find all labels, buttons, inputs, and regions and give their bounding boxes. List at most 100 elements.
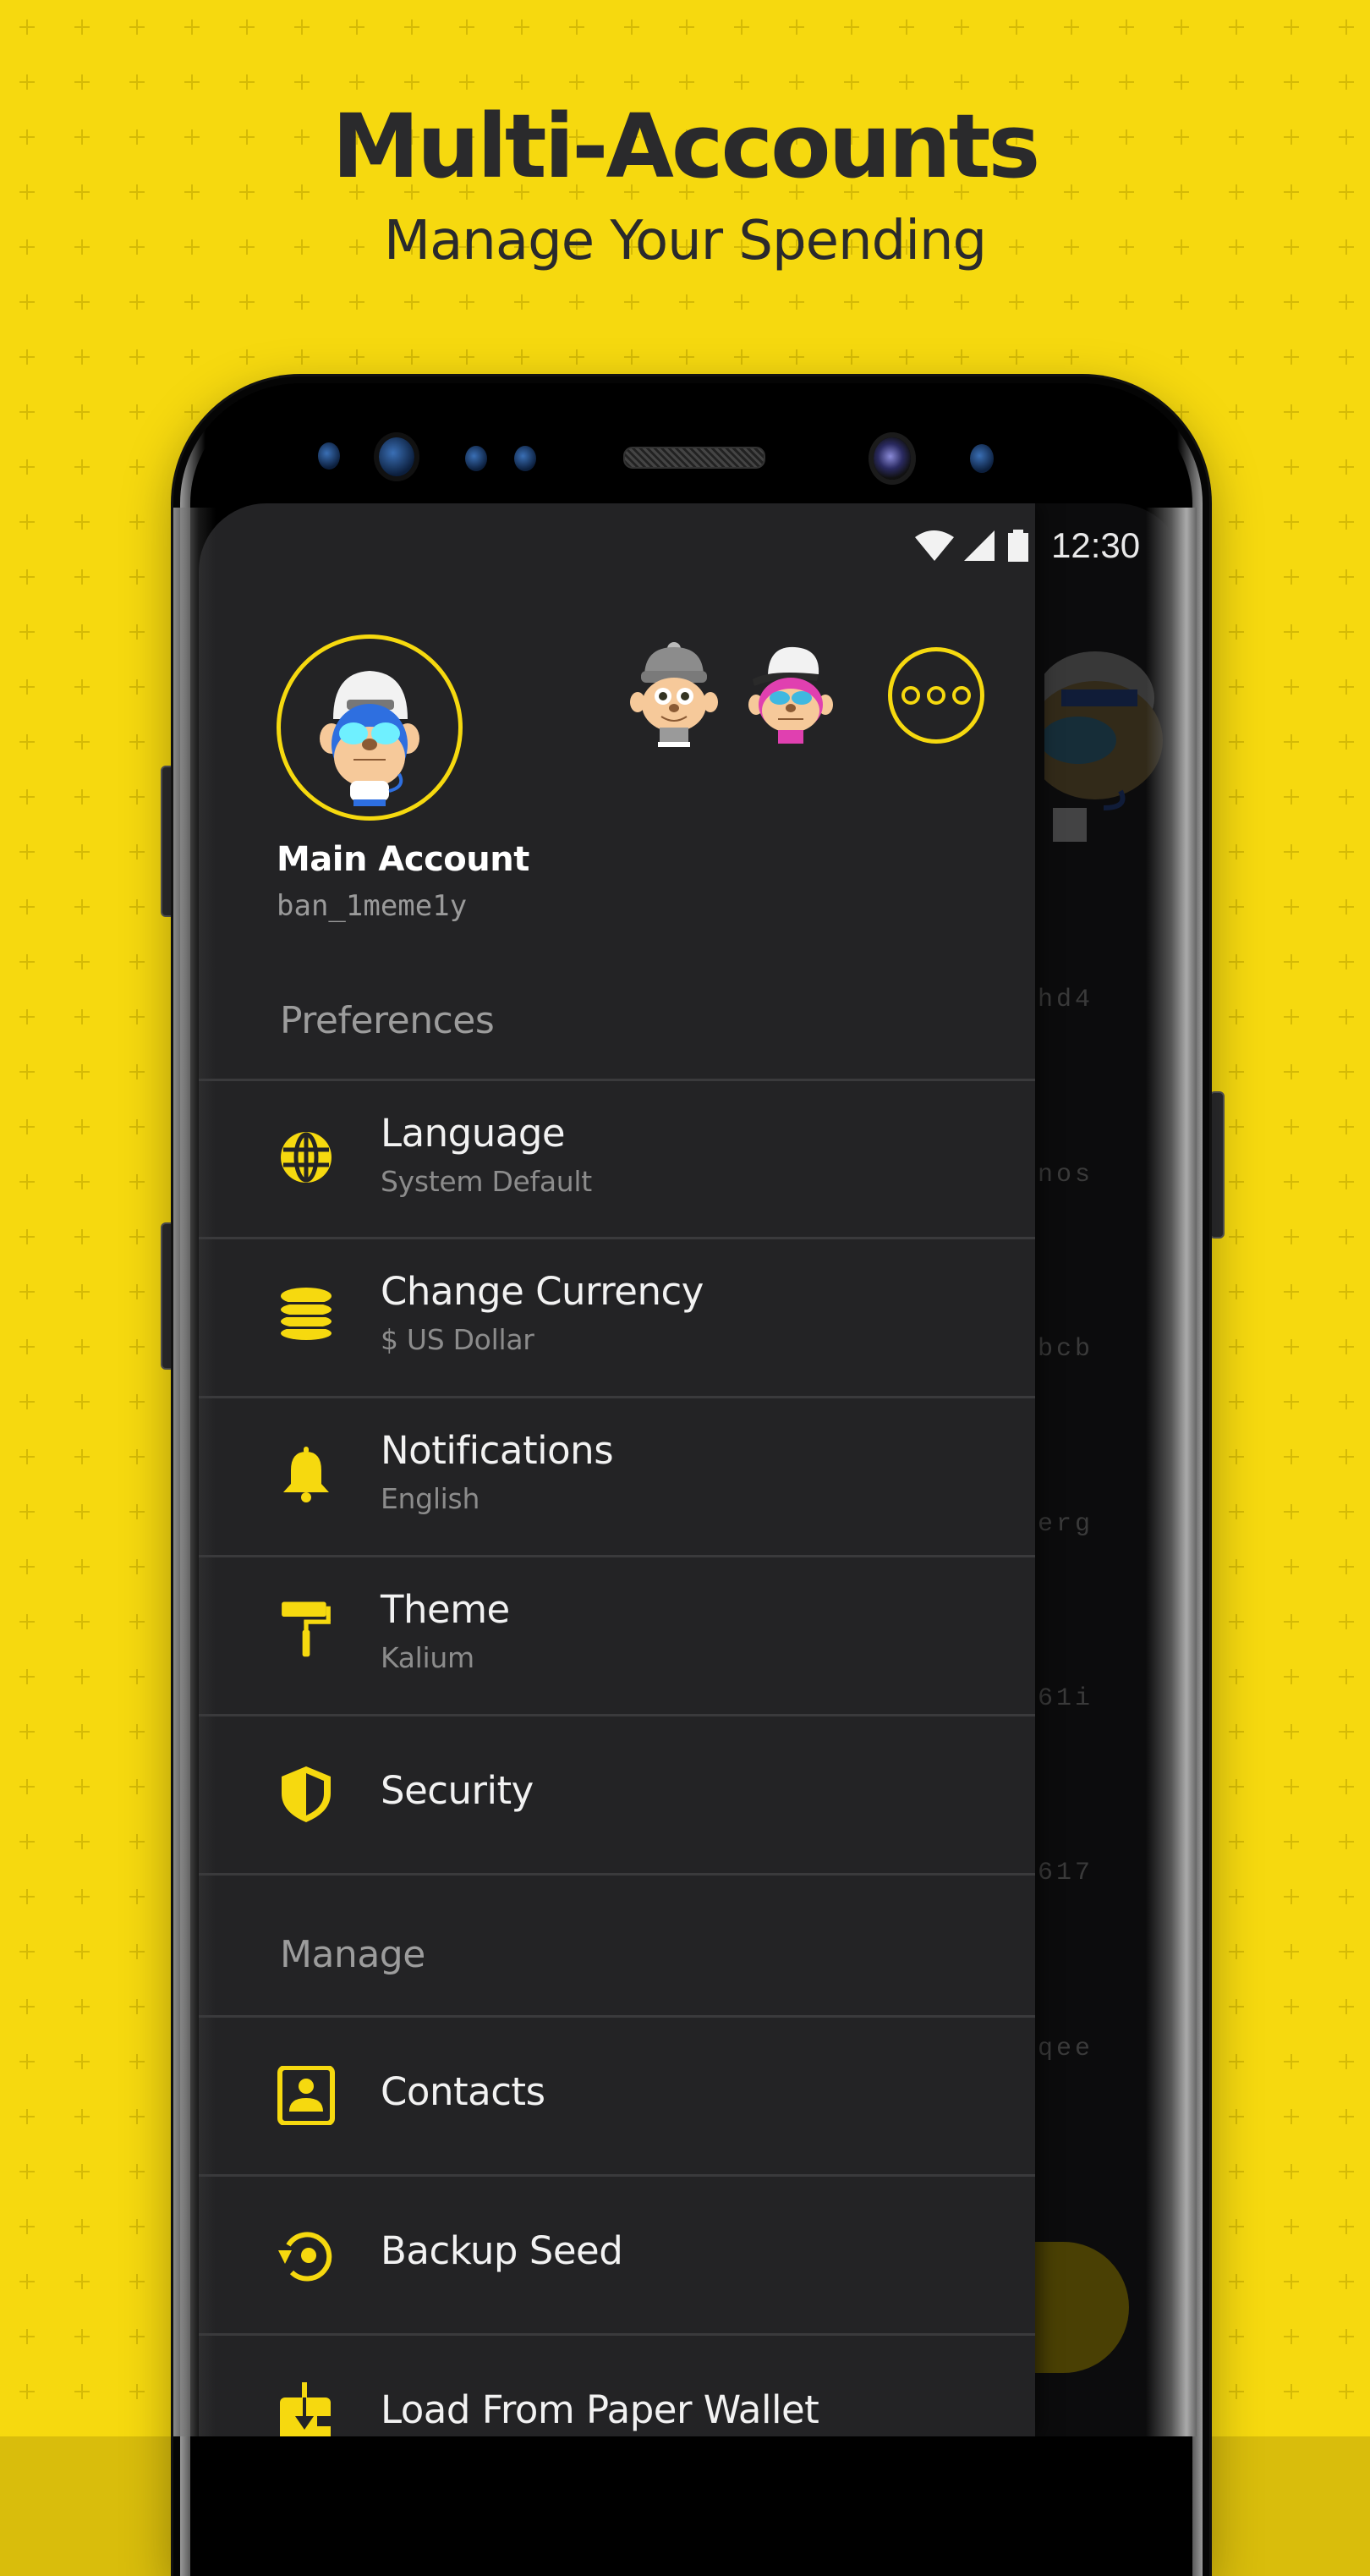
plus-mark [19,1009,35,1024]
plus-mark [19,1724,35,1739]
plus-mark [1284,624,1299,640]
secondary-account-avatar[interactable] [627,639,721,749]
plus-mark [1339,2274,1354,2289]
plus-mark [1174,19,1189,35]
plus-mark [789,19,804,35]
plus-mark [1339,294,1354,310]
plus-mark [1229,1064,1244,1079]
plus-mark [129,1669,145,1684]
paint-roller-icon [282,1601,331,1657]
plus-mark [74,2054,90,2069]
plus-mark [1229,74,1244,90]
plus-mark [19,2384,35,2399]
plus-mark [74,2329,90,2344]
plus-mark [679,19,694,35]
plus-mark [1339,404,1354,420]
menu-item-theme[interactable]: Theme Kalium [199,1557,1035,1716]
plus-mark [74,1779,90,1794]
plus-mark [1064,74,1079,90]
plus-mark [1339,1229,1354,1244]
shield-icon [282,1766,331,1822]
plus-mark [1284,1614,1299,1629]
proximity-sensor-icon [318,442,340,470]
globe-icon [281,1132,332,1183]
plus-mark [1339,789,1354,805]
plus-mark [1339,899,1354,915]
plus-mark [1229,2219,1244,2234]
dimmed-address-fragment: erg [1038,1510,1094,1539]
plus-mark [19,1889,35,1904]
plus-mark [74,1174,90,1189]
plus-mark [954,19,969,35]
plus-mark [19,1779,35,1794]
dimmed-address-fragment: qee [1038,2035,1094,2063]
plus-mark [1229,2384,1244,2399]
menu-item-language[interactable]: Language System Default [199,1080,1035,1239]
plus-mark [1229,1339,1244,1354]
plus-mark [1339,2219,1354,2234]
plus-mark [1229,1669,1244,1684]
plus-mark [294,19,310,35]
plus-mark [74,2164,90,2179]
plus-mark [19,954,35,969]
menu-item-title: Change Currency [381,1269,704,1314]
menu-item-backup-seed[interactable]: Backup Seed [199,2176,1035,2335]
plus-mark [1284,1064,1299,1079]
front-camera-icon [874,437,911,480]
plus-mark [1284,2329,1299,2344]
plus-mark [954,294,969,310]
plus-mark [19,1064,35,1079]
menu-item-subtitle: English [381,1482,480,1515]
plus-mark [1009,74,1024,90]
plus-mark [1339,954,1354,969]
plus-mark [19,1449,35,1464]
plus-mark [74,1284,90,1299]
plus-mark [19,2274,35,2289]
plus-mark [1284,1339,1299,1354]
secondary-account-avatar[interactable] [744,639,837,749]
phone-power-button [1209,1091,1225,1239]
monkey-avatar-pink-cap-icon [748,646,833,744]
menu-item-notifications[interactable]: Notifications English [199,1398,1035,1557]
plus-mark [129,349,145,365]
status-time: 12:30 [1051,525,1141,565]
menu-item-change-currency[interactable]: Change Currency $ US Dollar [199,1239,1035,1398]
plus-mark [1229,19,1244,35]
plus-mark [459,19,474,35]
plus-mark [1229,1944,1244,1959]
plus-mark [1284,1174,1299,1189]
menu-item-contacts[interactable]: Contacts [199,2017,1035,2176]
monkey-avatar-gray-beanie-icon [630,642,718,747]
menu-item-security[interactable]: Security [199,1716,1035,1875]
plus-mark [844,19,859,35]
promo-subheadline: Manage Your Spending [383,210,987,272]
plus-mark [1284,1504,1299,1519]
plus-mark [789,349,804,365]
contact-card-icon [277,2066,335,2125]
main-account-avatar[interactable] [277,634,463,821]
plus-mark [129,1614,145,1629]
plus-mark [74,514,90,530]
plus-mark [1284,2054,1299,2069]
menu-item-load-paper-wallet[interactable]: Load From Paper Wallet [199,2335,1035,2436]
plus-mark [19,1119,35,1134]
plus-mark [1284,789,1299,805]
plus-mark [1229,2164,1244,2179]
wifi-icon [915,530,954,561]
plus-mark [1064,349,1079,365]
plus-mark [19,1669,35,1684]
plus-mark [74,1944,90,1959]
plus-mark [74,1999,90,2014]
plus-mark [1284,954,1299,969]
plus-mark [184,19,200,35]
plus-mark [1339,1449,1354,1464]
plus-mark [129,1064,145,1079]
plus-mark [1284,1944,1299,1959]
account-address[interactable]: ban_1meme1y [277,889,467,923]
plus-mark [1339,1339,1354,1354]
plus-mark [1229,899,1244,915]
more-accounts-button[interactable] [888,647,984,744]
plus-mark [19,1394,35,1409]
plus-mark [1339,74,1354,90]
plus-mark [1284,2164,1299,2179]
